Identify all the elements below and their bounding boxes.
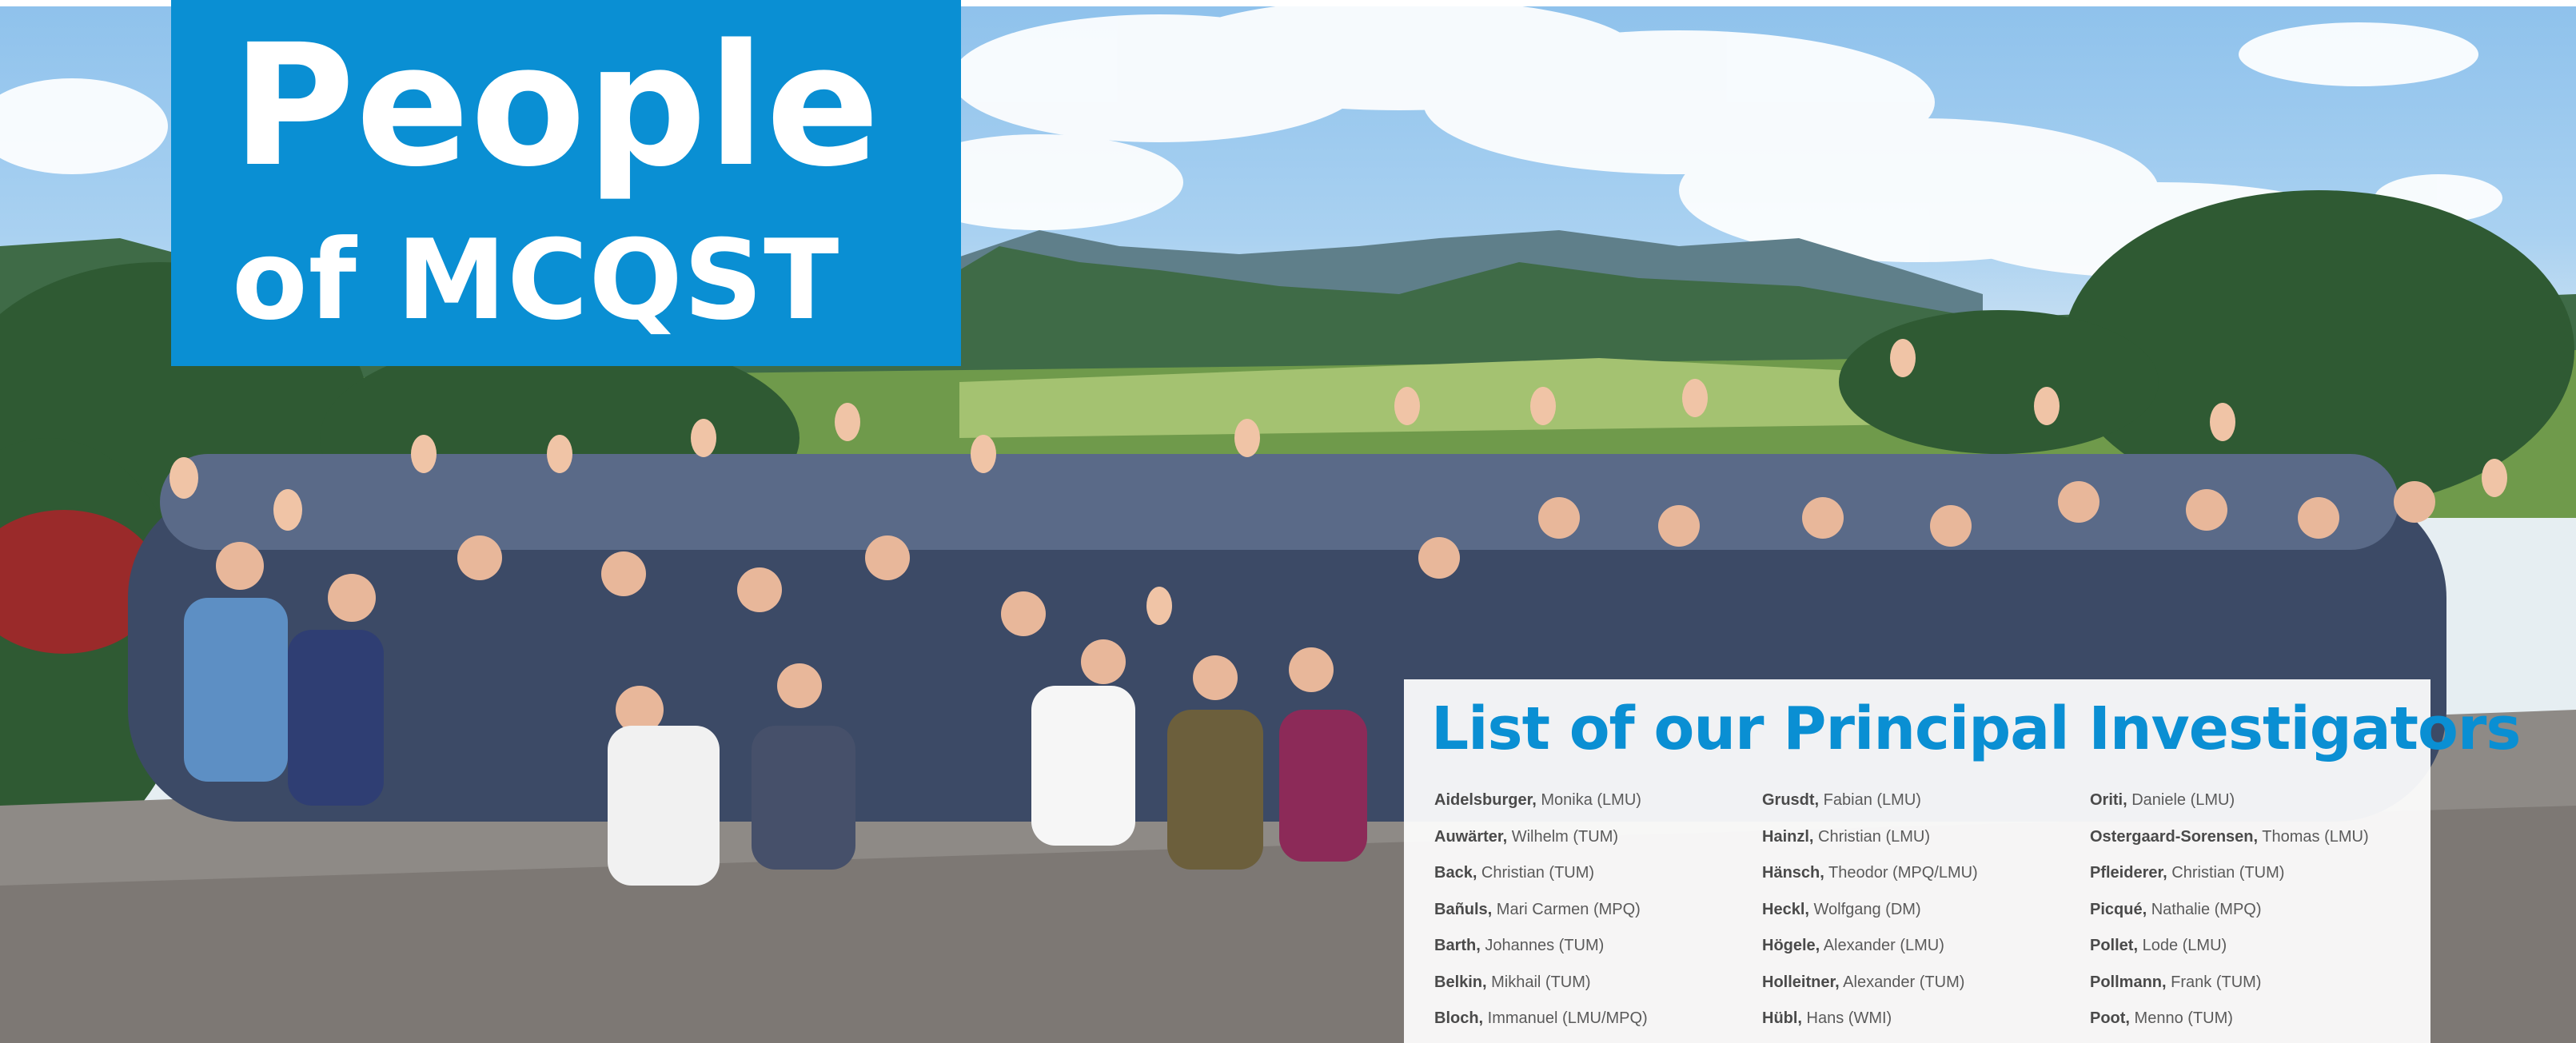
pi-name-affiliation: Daniele (LMU): [2127, 791, 2235, 809]
pi-surname: Hänsch,: [1762, 864, 1824, 882]
pi-name-affiliation: Alexander (TUM): [1839, 973, 1965, 991]
pi-name-affiliation: Immanuel (LMU/MPQ): [1483, 1009, 1648, 1027]
principal-investigators-panel: List of our Principal Investigators Aide…: [1404, 679, 2521, 1043]
pi-surname: Heckl,: [1762, 900, 1809, 918]
pi-surname: Back,: [1434, 864, 1477, 882]
pi-surname: Hübl,: [1762, 1009, 1802, 1027]
pi-name-affiliation: Christian (LMU): [1813, 827, 1931, 846]
pi-list-item: Oriti, Daniele (LMU): [2090, 791, 2418, 828]
pi-surname: Bloch,: [1434, 1009, 1484, 1027]
pi-name-affiliation: Christian (TUM): [2167, 864, 2285, 882]
pi-list-item: Heckl, Wolfgang (DM): [1762, 901, 2090, 938]
pi-surname: Holleitner,: [1762, 973, 1840, 991]
pi-list-item: Grusdt, Fabian (LMU): [1762, 791, 2090, 828]
pi-surname: Poot,: [2090, 1009, 2130, 1027]
pi-surname: Aidelsburger,: [1434, 791, 1537, 809]
pi-surname: Hainzl,: [1762, 827, 1814, 846]
pi-surname: Oriti,: [2090, 791, 2127, 809]
pi-surname: Ostergaard-Sorensen,: [2090, 827, 2259, 846]
pi-surname: Bañuls,: [1434, 900, 1493, 918]
pi-list-item: Picqué, Nathalie (MPQ): [2090, 901, 2418, 938]
pi-name-affiliation: Thomas (LMU): [2258, 827, 2369, 846]
title-block: People of MCQST: [171, 0, 961, 366]
pi-list-item: Bañuls, Mari Carmen (MPQ): [1434, 901, 1762, 938]
pi-surname: Belkin,: [1434, 973, 1487, 991]
pi-list-item: Aidelsburger, Monika (LMU): [1434, 791, 1762, 828]
pi-name-affiliation: Alexander (LMU): [1820, 937, 1944, 954]
pi-name-affiliation: Monika (LMU): [1536, 791, 1641, 809]
pi-name-affiliation: Christian (TUM): [1477, 864, 1595, 882]
pi-surname: Auwärter,: [1434, 827, 1508, 846]
pi-list-item: Ostergaard-Sorensen, Thomas (LMU): [2090, 828, 2418, 865]
pi-list-item: Pfleiderer, Christian (TUM): [2090, 864, 2418, 901]
pi-name-affiliation: Wolfgang (DM): [1808, 900, 1921, 918]
pi-surname: Picqué,: [2090, 900, 2147, 918]
pi-name-affiliation: Fabian (LMU): [1819, 791, 1921, 809]
pi-surname: Högele,: [1762, 937, 1820, 954]
pi-name-affiliation: Mari Carmen (MPQ): [1492, 900, 1641, 918]
pi-list-item: Hänsch, Theodor (MPQ/LMU): [1762, 864, 2090, 901]
pi-columns: Aidelsburger, Monika (LMU) Auwärter, Wil…: [1434, 791, 2418, 1043]
pi-surname: Barth,: [1434, 937, 1481, 954]
pi-name-affiliation: Lode (LMU): [2138, 937, 2227, 954]
pi-column-3: Oriti, Daniele (LMU) Ostergaard-Sorensen…: [2090, 791, 2418, 1043]
pi-list-item: Barth, Johannes (TUM): [1434, 937, 1762, 973]
pi-list-item: Pollet, Lode (LMU): [2090, 937, 2418, 973]
pi-name-affiliation: Wilhelm (TUM): [1507, 827, 1619, 846]
pi-heading: List of our Principal Investigators: [1431, 695, 2521, 763]
pi-list-item: Belkin, Mikhail (TUM): [1434, 973, 1762, 1010]
pi-list-item: Holleitner, Alexander (TUM): [1762, 973, 2090, 1010]
pi-name-affiliation: Menno (TUM): [2130, 1009, 2233, 1027]
pi-column-2: Grusdt, Fabian (LMU) Hainzl, Christian (…: [1762, 791, 2090, 1043]
pi-surname: Pollet,: [2090, 937, 2139, 954]
pi-column-1: Aidelsburger, Monika (LMU) Auwärter, Wil…: [1434, 791, 1762, 1043]
pi-name-affiliation: Mikhail (TUM): [1486, 973, 1591, 991]
pi-list-item: Poot, Menno (TUM): [2090, 1009, 2418, 1043]
pi-name-affiliation: Theodor (MPQ/LMU): [1824, 864, 1978, 882]
pi-list-item: Auwärter, Wilhelm (TUM): [1434, 828, 1762, 865]
pi-list-item: Bloch, Immanuel (LMU/MPQ): [1434, 1009, 1762, 1043]
pi-list-item: Back, Christian (TUM): [1434, 864, 1762, 901]
pi-list-item: Hainzl, Christian (LMU): [1762, 828, 2090, 865]
pi-surname: Grusdt,: [1762, 791, 1820, 809]
pi-name-affiliation: Frank (TUM): [2166, 973, 2262, 991]
pi-list-item: Pollmann, Frank (TUM): [2090, 973, 2418, 1010]
pi-list-item: Hübl, Hans (WMI): [1762, 1009, 2090, 1043]
pi-list-item: Högele, Alexander (LMU): [1762, 937, 2090, 973]
page-title: People: [232, 8, 881, 204]
pi-surname: Pfleiderer,: [2090, 864, 2167, 882]
pi-name-affiliation: Hans (WMI): [1802, 1009, 1892, 1027]
page-subtitle: of MCQST: [232, 216, 840, 344]
pi-name-affiliation: Nathalie (MPQ): [2147, 900, 2262, 918]
pi-name-affiliation: Johannes (TUM): [1480, 937, 1605, 954]
pi-surname: Pollmann,: [2090, 973, 2167, 991]
